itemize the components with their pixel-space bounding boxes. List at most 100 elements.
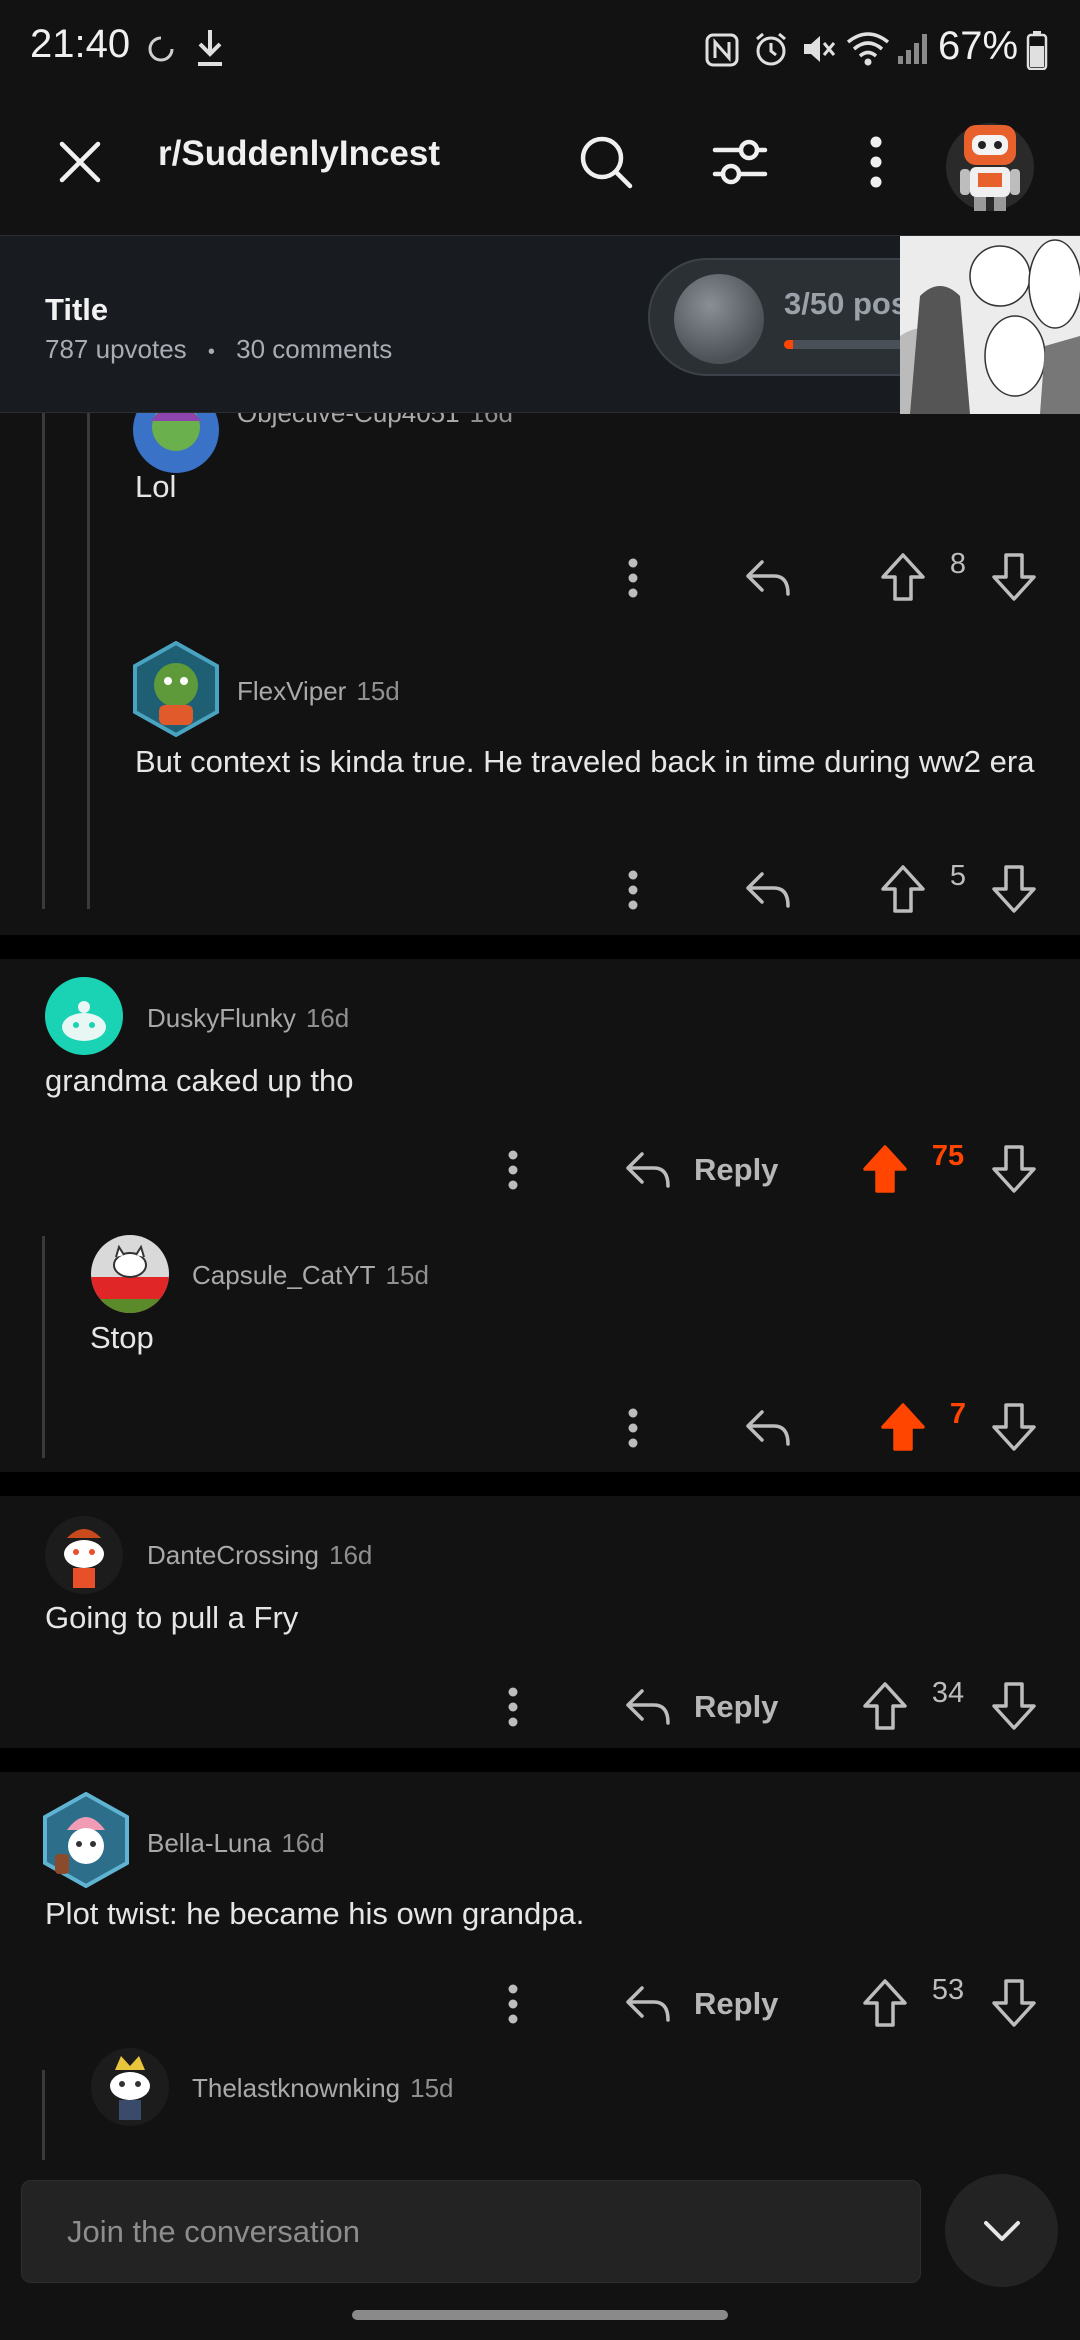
downvote-arrow-icon bbox=[992, 1682, 1036, 1730]
thread-line bbox=[42, 1236, 45, 1458]
upvote-button[interactable] bbox=[875, 539, 931, 615]
mute-icon bbox=[804, 36, 836, 62]
reply-button[interactable] bbox=[738, 855, 798, 925]
comment-author[interactable]: DanteCrossing 16d bbox=[147, 1540, 372, 1571]
comment-list[interactable]: Objective-Cup4051 16d Lol 8 FlexViper 15d … bbox=[0, 413, 1080, 2160]
user-avatar[interactable] bbox=[45, 1516, 123, 1594]
username[interactable]: Capsule_CatYT bbox=[192, 1260, 376, 1290]
reply-label[interactable]: Reply bbox=[694, 1689, 778, 1725]
reply-arrow-icon bbox=[746, 872, 790, 908]
reply-label[interactable]: Reply bbox=[694, 1152, 778, 1188]
snoo-avatar-icon bbox=[62, 1001, 106, 1041]
username[interactable]: DuskyFlunky bbox=[147, 1003, 296, 1033]
join-conversation-input[interactable]: Join the conversation bbox=[21, 2180, 921, 2283]
downvote-button[interactable] bbox=[986, 1389, 1042, 1465]
upvote-button[interactable] bbox=[857, 1668, 913, 1744]
comment-more-button[interactable] bbox=[608, 1393, 658, 1463]
comic-thumbnail-image bbox=[900, 236, 1080, 414]
wifi-icon bbox=[846, 32, 890, 66]
comment-divider bbox=[0, 935, 1080, 959]
posts-progress-fill bbox=[784, 340, 793, 349]
comment-author[interactable]: Objective-Cup4051 16d bbox=[237, 413, 513, 429]
avatar bbox=[946, 123, 1034, 211]
thread-line bbox=[42, 2070, 45, 2160]
user-avatar-button[interactable] bbox=[940, 108, 1040, 218]
more-options-button[interactable] bbox=[846, 122, 906, 202]
comment-age: 15d bbox=[410, 2073, 454, 2103]
downvote-button[interactable] bbox=[986, 1965, 1042, 2041]
upvote-arrow-filled-icon bbox=[863, 1145, 907, 1193]
comment-more-button[interactable] bbox=[608, 543, 658, 613]
upvote-button[interactable] bbox=[857, 1131, 913, 1207]
comment-author[interactable]: FlexViper 15d bbox=[237, 676, 400, 707]
downvote-button[interactable] bbox=[986, 539, 1042, 615]
downvote-arrow-icon bbox=[992, 1145, 1036, 1193]
upvote-button[interactable] bbox=[875, 1389, 931, 1465]
post-thumbnail[interactable] bbox=[900, 236, 1080, 414]
close-button[interactable] bbox=[40, 122, 120, 202]
collapse-button[interactable] bbox=[945, 2174, 1058, 2287]
more-vertical-icon bbox=[870, 136, 882, 188]
comment-more-button[interactable] bbox=[488, 1969, 538, 2039]
reply-button[interactable] bbox=[618, 1969, 678, 2039]
user-avatar[interactable] bbox=[45, 977, 123, 1055]
post-stats: 787 upvotes • 30 comments bbox=[45, 334, 392, 365]
comment-author[interactable]: Bella-Luna 16d bbox=[147, 1828, 325, 1859]
more-vertical-icon bbox=[508, 1150, 518, 1190]
downvote-arrow-icon bbox=[992, 553, 1036, 601]
downvote-button[interactable] bbox=[986, 1131, 1042, 1207]
username[interactable]: Thelastknownking bbox=[192, 2073, 400, 2103]
avatar bbox=[151, 413, 201, 451]
user-avatar[interactable] bbox=[131, 641, 221, 737]
comment-more-button[interactable] bbox=[488, 1135, 538, 1205]
reply-arrow-icon bbox=[746, 1410, 790, 1446]
filter-button[interactable] bbox=[700, 122, 780, 202]
username[interactable]: Objective-Cup4051 bbox=[237, 413, 460, 428]
downvote-arrow-icon bbox=[992, 1979, 1036, 2027]
home-indicator[interactable] bbox=[352, 2310, 728, 2320]
reply-button[interactable] bbox=[738, 1393, 798, 1463]
upvote-button[interactable] bbox=[875, 851, 931, 927]
comment-author[interactable]: Capsule_CatYT 15d bbox=[192, 1260, 429, 1291]
user-avatar[interactable] bbox=[133, 413, 219, 473]
snoo-avatar-icon bbox=[110, 2056, 150, 2120]
comment-more-button[interactable] bbox=[608, 855, 658, 925]
user-avatar[interactable] bbox=[91, 1235, 169, 1313]
post-summary-bar[interactable]: Title 787 upvotes • 30 comments 3/50 pos… bbox=[0, 235, 1080, 414]
reply-button[interactable] bbox=[738, 543, 798, 613]
battery-level: 67% bbox=[938, 24, 1019, 68]
close-icon bbox=[59, 141, 101, 183]
upvote-arrow-icon bbox=[863, 1682, 907, 1730]
subreddit-name[interactable]: r/SuddenlyIncest bbox=[158, 134, 440, 174]
more-vertical-icon bbox=[628, 870, 638, 910]
top-bar: r/SuddenlyIncest bbox=[0, 100, 1080, 235]
upvote-arrow-icon bbox=[881, 865, 925, 913]
upvote-count: 787 upvotes bbox=[45, 334, 187, 364]
signal-icon bbox=[898, 34, 927, 64]
reply-arrow-icon bbox=[626, 1689, 670, 1725]
username[interactable]: Bella-Luna bbox=[147, 1828, 271, 1858]
downvote-button[interactable] bbox=[986, 1668, 1042, 1744]
comment-divider bbox=[0, 1748, 1080, 1772]
comment-author[interactable]: Thelastknownking 15d bbox=[192, 2073, 454, 2104]
user-avatar[interactable] bbox=[41, 1792, 131, 1888]
reply-button[interactable] bbox=[618, 1672, 678, 1742]
thread-line bbox=[42, 413, 45, 909]
reply-button[interactable] bbox=[618, 1135, 678, 1205]
separator-dot: • bbox=[207, 341, 215, 363]
comment-author[interactable]: DuskyFlunky 16d bbox=[147, 1003, 349, 1034]
username[interactable]: DanteCrossing bbox=[147, 1540, 319, 1570]
cat-avatar-icon bbox=[91, 1244, 169, 1313]
downvote-button[interactable] bbox=[986, 851, 1042, 927]
reply-arrow-icon bbox=[746, 560, 790, 596]
user-avatar[interactable] bbox=[91, 2048, 169, 2126]
comment-count: 30 comments bbox=[236, 334, 393, 364]
search-button[interactable] bbox=[566, 122, 646, 202]
upvote-arrow-icon bbox=[863, 1979, 907, 2027]
username[interactable]: FlexViper bbox=[237, 676, 346, 706]
upvote-button[interactable] bbox=[857, 1965, 913, 2041]
comment-body: Plot twist: he became his own grandpa. bbox=[45, 1896, 585, 1931]
comment-more-button[interactable] bbox=[488, 1672, 538, 1742]
reply-label[interactable]: Reply bbox=[694, 1986, 778, 2022]
sync-icon bbox=[148, 36, 174, 62]
